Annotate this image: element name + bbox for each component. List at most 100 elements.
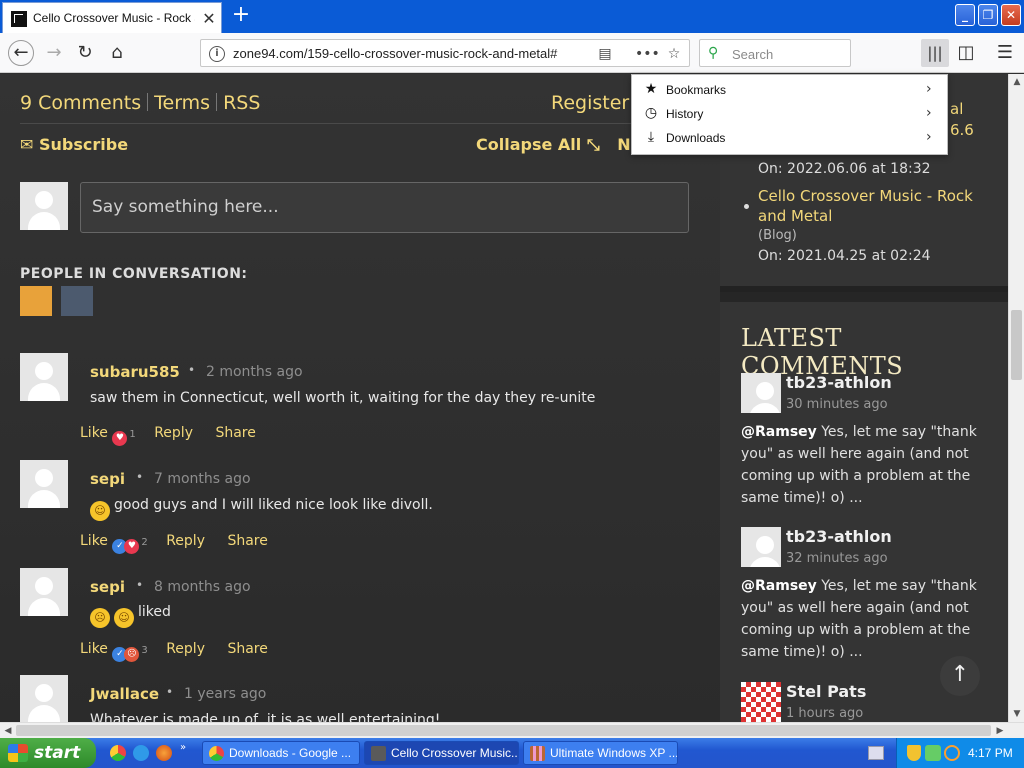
horizontal-scrollbar[interactable]: ◀ ▶: [0, 722, 1024, 738]
scroll-left-icon[interactable]: ◀: [0, 723, 16, 739]
comment-author[interactable]: subaru585: [90, 363, 180, 381]
comments-count-link[interactable]: 9 Comments: [20, 92, 141, 114]
task-label: Downloads - Google ...: [229, 746, 352, 760]
keyboard-icon[interactable]: [868, 746, 884, 760]
share-button[interactable]: Share: [227, 641, 267, 657]
menu-icon[interactable]: ☰: [993, 41, 1017, 65]
comment-author[interactable]: sepi: [90, 578, 125, 596]
scroll-up-icon[interactable]: ▲: [1009, 74, 1024, 90]
post-title-partial[interactable]: 6.6: [950, 121, 974, 139]
share-button[interactable]: Share: [227, 533, 267, 549]
reply-button[interactable]: Reply: [154, 425, 193, 441]
like-button[interactable]: Like: [80, 425, 108, 441]
dot-separator: •: [166, 685, 174, 699]
post-category[interactable]: (Blog): [758, 228, 797, 243]
mention[interactable]: @Ramsey: [741, 578, 817, 594]
comment-author[interactable]: Jwallace: [90, 685, 159, 703]
maximize-button[interactable]: ❐: [978, 4, 998, 26]
scroll-to-top-button[interactable]: ↑: [940, 656, 980, 696]
search-icon: ⚲: [708, 45, 719, 61]
minimize-button[interactable]: _: [955, 4, 975, 26]
commenter-avatar: [20, 568, 68, 616]
chrome-icon: [209, 746, 224, 761]
quicklaunch-overflow-icon[interactable]: »: [180, 742, 186, 753]
search-bar[interactable]: ⚲ Search: [699, 39, 851, 67]
reply-button[interactable]: Reply: [166, 641, 205, 657]
commenter-avatar: [741, 373, 781, 413]
internet-explorer-icon[interactable]: [133, 745, 149, 761]
comment-actions: Like ✓ ♥ 2 Reply Share: [80, 533, 286, 554]
task-downloads[interactable]: Downloads - Google ...: [202, 741, 360, 765]
post-title-partial[interactable]: al: [950, 100, 963, 118]
clock-icon: ◷: [644, 105, 658, 121]
separator: [147, 93, 149, 111]
firefox-icon[interactable]: [156, 745, 172, 761]
start-button[interactable]: start: [0, 738, 96, 768]
collapse-label: Collapse All: [476, 135, 582, 154]
library-item-bookmarks[interactable]: ★ Bookmarks ›: [632, 78, 947, 102]
home-button[interactable]: ⌂: [105, 41, 129, 65]
latest-comment-item[interactable]: tb23-athlon 32 minutes ago @Ramsey Yes, …: [741, 527, 981, 667]
url-text[interactable]: zone94.com/159-cello-crossover-music-roc…: [233, 46, 563, 61]
envelope-icon: ✉: [20, 135, 34, 154]
participant-avatar[interactable]: [61, 286, 93, 316]
security-shield-icon[interactable]: [907, 745, 921, 761]
close-window-button[interactable]: ✕: [1001, 4, 1021, 26]
latest-comment-author[interactable]: tb23-athlon: [786, 527, 892, 546]
library-button[interactable]: |||: [921, 39, 949, 67]
latest-comment-item[interactable]: tb23-athlon 30 minutes ago @Ramsey Yes, …: [741, 373, 981, 513]
vertical-scrollbar[interactable]: ▲ ▼: [1008, 74, 1024, 722]
commenter-avatar: [20, 675, 68, 722]
library-item-history[interactable]: ◷ History ›: [632, 102, 947, 126]
taskbar: start » Downloads - Google ... Cello Cro…: [0, 738, 1024, 768]
participant-avatar[interactable]: [20, 286, 52, 316]
bookmark-star-icon[interactable]: ☆: [664, 44, 684, 64]
horizontal-scroll-thumb[interactable]: [16, 725, 991, 736]
comment-text: Whatever is made up of, it is as well en…: [90, 712, 441, 722]
forward-button[interactable]: →: [42, 41, 66, 65]
comment-actions: Like ✓ ☹ 3 Reply Share: [80, 641, 286, 662]
start-label: start: [34, 743, 81, 763]
people-label: PEOPLE IN CONVERSATION:: [20, 266, 248, 282]
collapse-all-link[interactable]: Collapse All ⤡ Ne: [476, 135, 641, 155]
scroll-down-icon[interactable]: ▼: [1009, 706, 1024, 722]
scroll-right-icon[interactable]: ▶: [992, 723, 1008, 739]
mention[interactable]: @Ramsey: [741, 424, 817, 440]
chrome-icon[interactable]: [110, 745, 126, 761]
terms-link[interactable]: Terms: [154, 92, 210, 114]
angry-reaction-icon: ☹: [124, 647, 140, 662]
library-item-downloads[interactable]: ⤓ Downloads ›: [632, 126, 947, 150]
comment-author[interactable]: sepi: [90, 470, 125, 488]
back-button[interactable]: ←: [8, 40, 34, 66]
rss-link[interactable]: RSS: [223, 92, 260, 114]
comment-input[interactable]: Say something here...: [80, 182, 689, 233]
latest-comment-author[interactable]: Stel Pats: [786, 682, 866, 701]
reaction-count: 2: [141, 537, 148, 548]
clock: 4:17 PM: [968, 746, 1013, 760]
reader-view-icon[interactable]: ▤: [595, 44, 615, 64]
task-ultimate-windows[interactable]: Ultimate Windows XP ...: [523, 741, 678, 765]
page-actions-icon[interactable]: •••: [635, 44, 660, 64]
current-user-avatar: [20, 182, 68, 230]
like-button[interactable]: Like: [80, 533, 108, 549]
browser-tab[interactable]: Cello Crossover Music - Rock and M ✕: [2, 2, 222, 33]
tab-close-icon[interactable]: ✕: [201, 9, 217, 28]
latest-comment-author[interactable]: tb23-athlon: [786, 373, 892, 392]
like-button[interactable]: Like: [80, 641, 108, 657]
comment-item: subaru585 • 2 months ago saw them in Con…: [20, 353, 690, 453]
post-link[interactable]: Cello Crossover Music - Rock and Metal: [758, 186, 998, 226]
search-tray-icon[interactable]: [944, 745, 960, 761]
network-icon[interactable]: [925, 745, 941, 761]
vertical-scroll-thumb[interactable]: [1011, 310, 1022, 380]
sidebar-toggle-icon[interactable]: ◫: [954, 41, 978, 65]
task-label: Cello Crossover Music...: [391, 746, 519, 760]
task-cello-crossover[interactable]: Cello Crossover Music...: [364, 741, 519, 765]
new-tab-button[interactable]: +: [229, 4, 253, 28]
reply-button[interactable]: Reply: [166, 533, 205, 549]
site-info-icon[interactable]: i: [209, 46, 225, 62]
subscribe-link[interactable]: ✉ Subscribe: [20, 135, 128, 154]
reload-button[interactable]: ↻: [73, 41, 97, 65]
url-bar[interactable]: i zone94.com/159-cello-crossover-music-r…: [200, 39, 690, 67]
share-button[interactable]: Share: [215, 425, 255, 441]
register-link[interactable]: Register: [551, 92, 629, 114]
